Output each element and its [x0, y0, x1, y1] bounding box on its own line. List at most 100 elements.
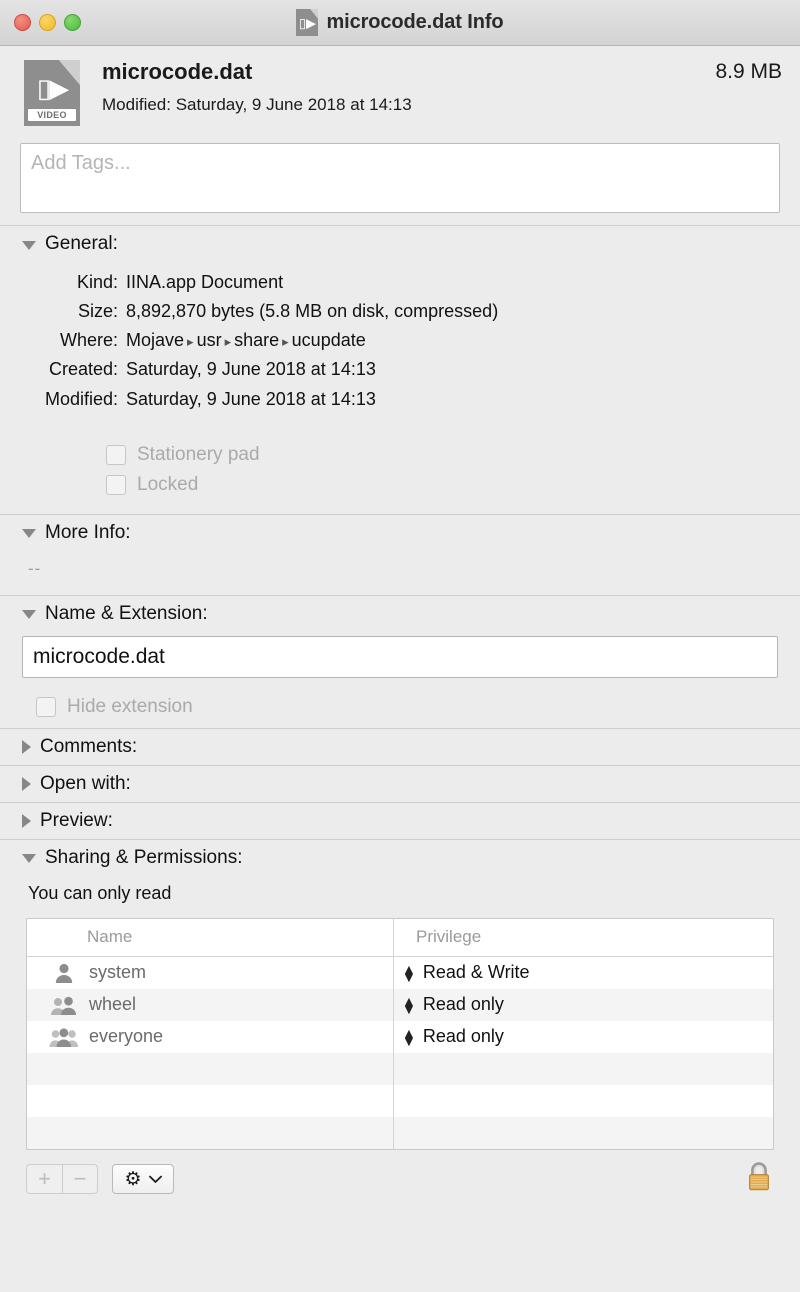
permission-privilege-cell[interactable]: ▲▼ Read & Write: [393, 957, 773, 989]
hide-extension-checkbox[interactable]: [36, 697, 56, 717]
file-icon-wrap[interactable]: ▯▶ VIDEO: [24, 58, 80, 131]
permission-name-cell[interactable]: everyone: [27, 1021, 393, 1053]
three-users-icon: [49, 1026, 79, 1048]
path-part: share: [234, 330, 279, 350]
path-part: usr: [197, 330, 222, 350]
disclosure-triangle-down-icon[interactable]: [22, 241, 36, 250]
permission-privilege-cell[interactable]: ▲▼ Read only: [393, 989, 773, 1021]
stepper-icon[interactable]: ▲▼: [402, 1028, 416, 1046]
add-user-button[interactable]: +: [26, 1164, 62, 1194]
info-row-kind: Kind: IINA.app Document: [0, 268, 800, 297]
permissions-lock-button[interactable]: [744, 1160, 774, 1199]
video-document-icon: ▯▶: [296, 9, 318, 36]
disclosure-triangle-down-icon[interactable]: [22, 854, 36, 863]
permission-privilege-cell[interactable]: ▲▼ Read only: [393, 1021, 773, 1053]
info-label: Size:: [0, 297, 126, 326]
permission-privilege-cell: [393, 1117, 773, 1149]
locked-label: Locked: [137, 474, 198, 496]
permissions-table-header: Name Privilege: [27, 919, 773, 957]
section-header-comments[interactable]: Comments:: [0, 729, 800, 765]
info-value: Saturday, 9 June 2018 at 14:13: [126, 385, 800, 414]
info-label: Modified:: [0, 385, 126, 414]
permission-privilege-cell: [393, 1085, 773, 1117]
disclosure-triangle-right-icon[interactable]: [22, 777, 31, 791]
section-header-preview[interactable]: Preview:: [0, 803, 800, 839]
path-part: ucupdate: [292, 330, 366, 350]
more-info-body: --: [0, 551, 800, 595]
disclosure-triangle-down-icon[interactable]: [22, 529, 36, 538]
info-value: IINA.app Document: [126, 268, 800, 297]
section-title-sharing-permissions: Sharing & Permissions:: [45, 847, 242, 869]
info-label: Kind:: [0, 268, 126, 297]
minimize-button[interactable]: [39, 14, 56, 31]
path-separator-icon: ▸: [184, 334, 197, 349]
file-size-label: 8.9 MB: [715, 58, 782, 84]
page-fold: [310, 9, 318, 19]
table-row-empty[interactable]: [27, 1117, 773, 1149]
permission-name-cell[interactable]: system: [27, 957, 393, 989]
hide-extension-row[interactable]: Hide extension: [0, 684, 800, 728]
permission-name-cell[interactable]: wheel: [27, 989, 393, 1021]
table-row[interactable]: everyone ▲▼ Read only: [27, 1021, 773, 1053]
permission-privilege: Read & Write: [423, 962, 530, 983]
chevron-down-icon: [149, 1175, 162, 1184]
permission-name: wheel: [89, 994, 136, 1015]
hide-extension-label: Hide extension: [67, 696, 193, 718]
window-titlebar: ▯▶ microcode.dat Info: [0, 0, 800, 46]
stationery-pad-label: Stationery pad: [137, 444, 260, 466]
locked-checkbox[interactable]: [106, 475, 126, 495]
table-row[interactable]: wheel ▲▼ Read only: [27, 989, 773, 1021]
section-header-sharing-permissions[interactable]: Sharing & Permissions:: [0, 840, 800, 876]
remove-user-button[interactable]: −: [62, 1164, 98, 1194]
stationery-pad-row[interactable]: Stationery pad: [106, 440, 800, 470]
info-value: 8,892,870 bytes (5.8 MB on disk, compres…: [126, 297, 800, 326]
disclosure-triangle-down-icon[interactable]: [22, 610, 36, 619]
info-label: Created:: [0, 355, 126, 384]
action-gear-menu-button[interactable]: ⚙: [112, 1164, 174, 1194]
name-extension-body: microcode.dat: [0, 632, 800, 684]
general-section-body: Kind: IINA.app Document Size: 8,892,870 …: [0, 262, 800, 514]
tags-section: Add Tags...: [0, 137, 800, 225]
section-title-name-extension: Name & Extension:: [45, 603, 208, 625]
section-header-name-extension[interactable]: Name & Extension:: [0, 596, 800, 632]
info-row-size: Size: 8,892,870 bytes (5.8 MB on disk, c…: [0, 297, 800, 326]
section-header-open-with[interactable]: Open with:: [0, 766, 800, 802]
section-title-open-with: Open with:: [40, 773, 131, 795]
traffic-light-group: [0, 14, 81, 31]
section-header-general[interactable]: General:: [0, 226, 800, 262]
close-button[interactable]: [14, 14, 31, 31]
stepper-icon[interactable]: ▲▼: [402, 996, 416, 1014]
add-tags-input[interactable]: Add Tags...: [20, 143, 780, 213]
column-header-privilege[interactable]: Privilege: [393, 919, 773, 956]
disclosure-triangle-right-icon[interactable]: [22, 814, 31, 828]
column-header-name[interactable]: Name: [27, 919, 393, 956]
section-title-preview: Preview:: [40, 810, 113, 832]
stationery-pad-checkbox[interactable]: [106, 445, 126, 465]
permission-privilege-cell: [393, 1053, 773, 1085]
file-name-input[interactable]: microcode.dat: [22, 636, 778, 678]
video-document-icon-large[interactable]: ▯▶ VIDEO: [24, 60, 80, 126]
table-row-empty[interactable]: [27, 1085, 773, 1117]
path-separator-icon: ▸: [279, 334, 292, 349]
disclosure-triangle-right-icon[interactable]: [22, 740, 31, 754]
info-value-path: Mojave▸usr▸share▸ucupdate: [126, 326, 800, 355]
permissions-note: You can only read: [0, 876, 800, 918]
locked-row[interactable]: Locked: [106, 470, 800, 500]
get-info-window: ▯▶ microcode.dat Info ▯▶ VIDEO microcode…: [0, 0, 800, 1292]
file-modified-line: Modified: Saturday, 9 June 2018 at 14:13: [102, 95, 715, 115]
single-user-icon: [49, 962, 79, 984]
section-header-more-info[interactable]: More Info:: [0, 515, 800, 551]
path-part: Mojave: [126, 330, 184, 350]
section-title-comments: Comments:: [40, 736, 137, 758]
permission-name: everyone: [89, 1026, 163, 1047]
info-row-modified: Modified: Saturday, 9 June 2018 at 14:13: [0, 385, 800, 414]
add-remove-button-group: + −: [26, 1164, 98, 1194]
gear-icon: ⚙: [124, 1170, 141, 1189]
table-row[interactable]: system ▲▼ Read & Write: [27, 957, 773, 989]
info-label: Where:: [0, 326, 126, 355]
table-row-empty[interactable]: [27, 1053, 773, 1085]
info-row-created: Created: Saturday, 9 June 2018 at 14:13: [0, 355, 800, 384]
file-header: ▯▶ VIDEO microcode.dat Modified: Saturda…: [0, 46, 800, 137]
maximize-button[interactable]: [64, 14, 81, 31]
stepper-icon[interactable]: ▲▼: [402, 964, 416, 982]
